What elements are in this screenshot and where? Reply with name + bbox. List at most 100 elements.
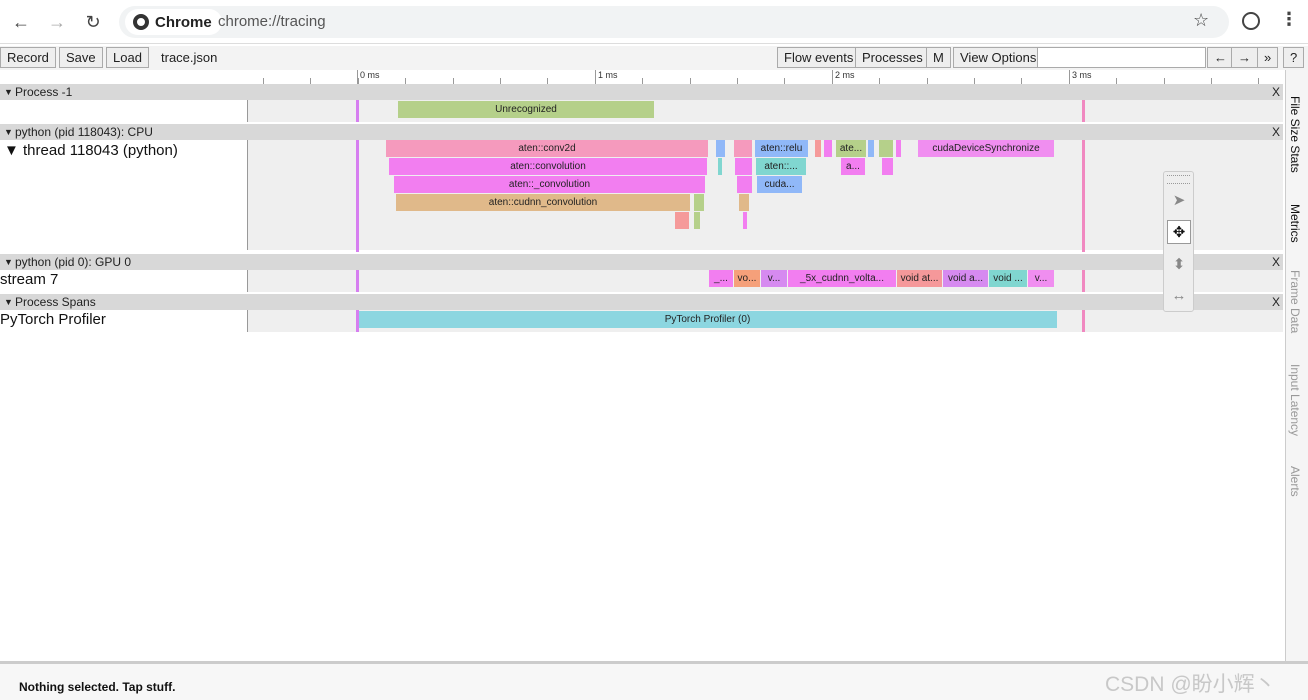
trace-slice[interactable] bbox=[743, 212, 747, 229]
collapse-triangle-icon[interactable]: ▼ bbox=[4, 124, 13, 140]
trace-slice[interactable] bbox=[716, 140, 725, 157]
process-header[interactable]: ▼ python (pid 118043): CPU X bbox=[0, 124, 1283, 140]
thread-track[interactable]: ▼ thread 118043 (python) aten::conv2d at… bbox=[0, 140, 1283, 250]
profile-icon[interactable] bbox=[1242, 12, 1260, 30]
trace-slice[interactable] bbox=[735, 158, 752, 175]
reload-icon[interactable]: ↻ bbox=[81, 10, 105, 34]
close-process-icon[interactable]: X bbox=[1272, 124, 1280, 140]
tracing-toolbar: Record Save Load trace.json Flow events … bbox=[0, 46, 1308, 70]
side-panel-tabs: File Size Stats Metrics Frame Data Input… bbox=[1285, 70, 1308, 662]
trace-slice[interactable]: ate... bbox=[836, 140, 866, 157]
trace-slice[interactable] bbox=[882, 158, 893, 175]
process-header[interactable]: ▼ python (pid 0): GPU 0 X bbox=[0, 254, 1283, 270]
collapse-triangle-icon[interactable]: ▼ bbox=[4, 294, 13, 310]
more-button[interactable]: » bbox=[1257, 47, 1279, 68]
trace-slice[interactable]: aten::_convolution bbox=[394, 176, 705, 193]
trace-slice[interactable]: cudaDeviceSynchronize bbox=[918, 140, 1054, 157]
zoom-icon[interactable]: ⬍ bbox=[1167, 253, 1191, 277]
trace-slice[interactable]: cuda... bbox=[757, 176, 802, 193]
marker-line bbox=[356, 140, 359, 252]
trace-slice[interactable]: aten::convolution bbox=[389, 158, 707, 175]
collapse-triangle-icon[interactable]: ▼ bbox=[4, 254, 13, 270]
close-process-icon[interactable]: X bbox=[1272, 84, 1280, 100]
find-input[interactable] bbox=[1037, 47, 1206, 68]
trace-slice[interactable]: _... bbox=[709, 270, 733, 287]
pan-move-icon[interactable]: ✥ bbox=[1167, 220, 1191, 244]
trace-slice[interactable] bbox=[718, 158, 722, 175]
browser-menu-icon[interactable]: ⋮ bbox=[1280, 9, 1298, 30]
spans-track[interactable]: PyTorch Profiler PyTorch Profiler (0) bbox=[0, 310, 1283, 332]
track-label-area: ▼ thread 118043 (python) bbox=[0, 140, 248, 250]
trace-slice[interactable] bbox=[868, 140, 874, 157]
process-header[interactable]: ▼ Process -1 X bbox=[0, 84, 1283, 100]
trace-slice[interactable]: void a... bbox=[943, 270, 988, 287]
tab-frame-data[interactable]: Frame Data bbox=[1288, 270, 1302, 333]
trace-slice[interactable] bbox=[734, 140, 752, 157]
time-ruler[interactable]: 0 ms 1 ms 2 ms 3 ms bbox=[0, 70, 1283, 84]
trace-slice[interactable] bbox=[739, 194, 749, 211]
bookmark-star-icon[interactable]: ☆ bbox=[1193, 10, 1209, 31]
save-button[interactable]: Save bbox=[59, 47, 103, 68]
tab-metrics[interactable]: Metrics bbox=[1288, 204, 1302, 243]
track-label-area: PyTorch Profiler bbox=[0, 310, 248, 332]
forward-arrow-icon[interactable]: → bbox=[45, 10, 69, 34]
trace-slice[interactable]: v... bbox=[1028, 270, 1054, 287]
marker-line bbox=[1082, 140, 1085, 252]
trace-slice[interactable]: vo... bbox=[734, 270, 760, 287]
tab-input-latency[interactable]: Input Latency bbox=[1288, 364, 1302, 436]
process-track[interactable]: Unrecognized bbox=[0, 100, 1283, 122]
timing-icon[interactable]: ↔ bbox=[1167, 284, 1191, 308]
close-process-icon[interactable]: X bbox=[1272, 254, 1280, 270]
trace-slice[interactable]: PyTorch Profiler (0) bbox=[358, 311, 1057, 328]
site-chip-label: Chrome bbox=[155, 13, 212, 31]
drag-grip-icon[interactable] bbox=[1167, 175, 1190, 184]
close-process-icon[interactable]: X bbox=[1272, 294, 1280, 310]
trace-slice[interactable] bbox=[737, 176, 752, 193]
browser-toolbar: ← → ↻ Chrome chrome://tracing ☆ ⋮ bbox=[0, 0, 1308, 44]
trace-slice[interactable] bbox=[896, 140, 901, 157]
flow-events-button[interactable]: Flow events bbox=[777, 47, 861, 68]
trace-slice[interactable]: aten::cudnn_convolution bbox=[396, 194, 690, 211]
stream-track[interactable]: stream 7 _... vo... v... _5x_cudnn_volta… bbox=[0, 270, 1283, 292]
find-next-button[interactable]: → bbox=[1231, 47, 1258, 68]
back-arrow-icon[interactable]: ← bbox=[9, 10, 33, 34]
trace-slice[interactable] bbox=[694, 212, 700, 229]
help-button[interactable]: ? bbox=[1283, 47, 1305, 68]
process-title: python (pid 118043): CPU bbox=[15, 125, 153, 139]
trace-slice[interactable]: aten::conv2d bbox=[386, 140, 708, 157]
spans-label: PyTorch Profiler bbox=[0, 311, 106, 328]
trace-slice[interactable] bbox=[824, 140, 832, 157]
view-options-button[interactable]: View Options bbox=[953, 47, 1044, 68]
trace-slice[interactable] bbox=[675, 212, 689, 229]
trace-slice[interactable]: void ... bbox=[989, 270, 1027, 287]
trace-slice[interactable]: v... bbox=[761, 270, 787, 287]
ruler-label: 1 ms bbox=[598, 70, 618, 80]
metadata-button[interactable]: M bbox=[926, 47, 951, 68]
ruler-label: 3 ms bbox=[1072, 70, 1092, 80]
trace-slice[interactable]: aten::relu bbox=[755, 140, 808, 157]
mouse-mode-selector[interactable]: ➤ ✥ ⬍ ↔ bbox=[1163, 171, 1194, 312]
thread-label: ▼ thread 118043 (python) bbox=[4, 142, 178, 159]
select-pointer-icon[interactable]: ➤ bbox=[1167, 189, 1191, 213]
processes-button[interactable]: Processes bbox=[855, 47, 930, 68]
trace-slice[interactable] bbox=[879, 140, 893, 157]
trace-slice[interactable] bbox=[694, 194, 704, 211]
load-button[interactable]: Load bbox=[106, 47, 149, 68]
trace-slice[interactable]: Unrecognized bbox=[398, 101, 654, 118]
status-bar: Nothing selected. Tap stuff. CSDN @盼小辉丶 bbox=[0, 661, 1308, 700]
tab-alerts[interactable]: Alerts bbox=[1288, 466, 1302, 497]
find-previous-button[interactable]: ← bbox=[1207, 47, 1234, 68]
tab-file-size-stats[interactable]: File Size Stats bbox=[1288, 96, 1302, 173]
collapse-triangle-icon[interactable]: ▼ bbox=[4, 84, 13, 100]
trace-slice[interactable]: void at... bbox=[897, 270, 942, 287]
site-chip[interactable]: Chrome bbox=[125, 9, 222, 35]
trace-slice[interactable]: _5x_cudnn_volta... bbox=[788, 270, 896, 287]
record-button[interactable]: Record bbox=[0, 47, 56, 68]
process-header[interactable]: ▼ Process Spans X bbox=[0, 294, 1283, 310]
ruler-label: 2 ms bbox=[835, 70, 855, 80]
marker-line bbox=[1082, 310, 1085, 332]
trace-slice[interactable]: aten::... bbox=[756, 158, 806, 175]
trace-slice[interactable]: a... bbox=[841, 158, 865, 175]
address-bar[interactable]: Chrome chrome://tracing bbox=[119, 6, 1229, 38]
trace-slice[interactable] bbox=[815, 140, 821, 157]
